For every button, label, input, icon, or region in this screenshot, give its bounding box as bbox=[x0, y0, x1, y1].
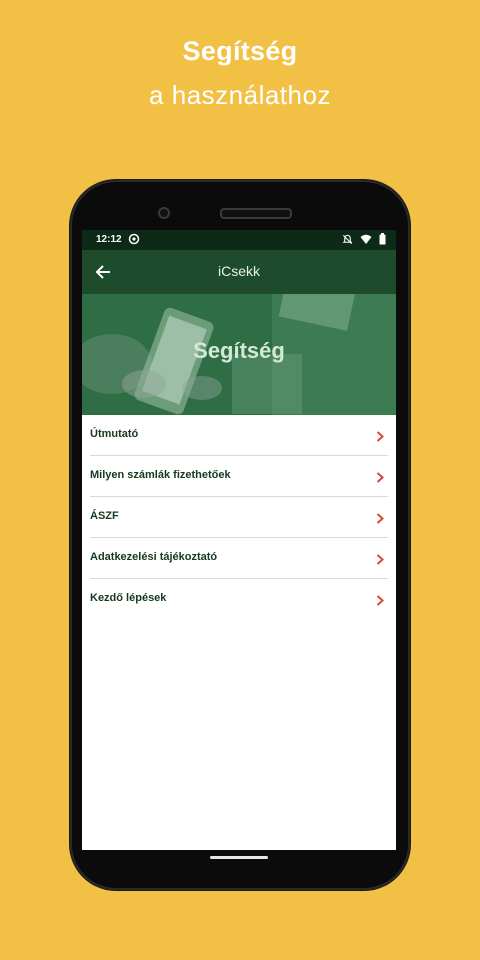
phone-frame: 12:12 iCsekk Segítség Útmutató Milyen sz… bbox=[70, 180, 410, 890]
app-notification-icon bbox=[128, 233, 140, 248]
promo-title: Segítség bbox=[182, 36, 298, 66]
menu-item-payable-bills[interactable]: Milyen számlák fizethetőek bbox=[90, 456, 388, 497]
menu-item-label: Milyen számlák fizethetőek bbox=[90, 469, 231, 481]
earpiece-speaker bbox=[220, 208, 292, 219]
help-menu: Útmutató Milyen számlák fizethetőek ÁSZF… bbox=[82, 415, 396, 619]
chevron-right-icon bbox=[376, 470, 384, 488]
chevron-right-icon bbox=[376, 429, 384, 447]
chevron-right-icon bbox=[376, 552, 384, 570]
menu-item-label: Kezdő lépések bbox=[90, 592, 167, 604]
battery-icon bbox=[379, 233, 386, 245]
menu-item-label: Útmutató bbox=[90, 428, 139, 440]
menu-item-getting-started[interactable]: Kezdő lépések bbox=[90, 579, 388, 619]
phone-screen: 12:12 iCsekk Segítség Útmutató Milyen sz… bbox=[82, 230, 396, 862]
chevron-right-icon bbox=[376, 511, 384, 529]
menu-item-label: ÁSZF bbox=[90, 510, 119, 522]
front-camera bbox=[158, 207, 170, 219]
status-icons bbox=[338, 233, 386, 248]
chevron-right-icon bbox=[376, 593, 384, 611]
home-indicator[interactable] bbox=[210, 856, 268, 859]
app-bar: iCsekk bbox=[82, 250, 396, 294]
wifi-icon bbox=[360, 234, 372, 244]
hero-title: Segítség bbox=[193, 338, 285, 363]
menu-item-privacy[interactable]: Adatkezelési tájékoztató bbox=[90, 538, 388, 579]
app-title: iCsekk bbox=[217, 263, 260, 279]
status-time: 12:12 bbox=[96, 234, 122, 245]
promo-subtitle: a használathoz bbox=[149, 80, 331, 110]
status-bar: 12:12 bbox=[82, 230, 396, 250]
hero-banner: Segítség bbox=[82, 294, 396, 415]
menu-item-guide[interactable]: Útmutató bbox=[90, 415, 388, 456]
menu-item-label: Adatkezelési tájékoztató bbox=[90, 551, 218, 563]
menu-item-terms[interactable]: ÁSZF bbox=[90, 497, 388, 538]
silent-icon bbox=[342, 234, 353, 245]
